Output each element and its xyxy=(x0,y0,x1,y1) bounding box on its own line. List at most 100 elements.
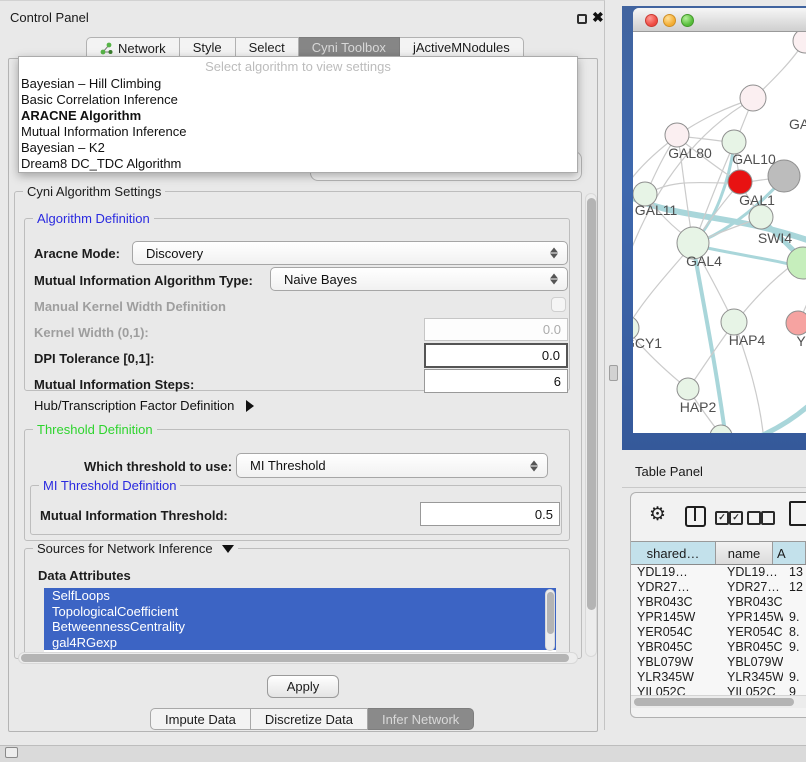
apply-button[interactable]: Apply xyxy=(267,675,339,698)
panel-divider-handle[interactable] xyxy=(609,365,618,381)
network-node[interactable] xyxy=(677,378,699,400)
settings-horizontal-scrollbar[interactable] xyxy=(18,652,578,664)
table-cell: YBR043C xyxy=(721,595,783,610)
status-strip xyxy=(0,745,806,762)
close-traffic-light-icon[interactable] xyxy=(645,14,658,27)
algorithm-option[interactable]: Mutual Information Inference xyxy=(19,124,577,140)
network-node[interactable] xyxy=(740,85,766,111)
tab-impute-data[interactable]: Impute Data xyxy=(150,708,251,730)
algorithm-option[interactable]: Bayesian – Hill Climbing xyxy=(19,76,577,92)
algorithm-option[interactable]: Basic Correlation Inference xyxy=(19,92,577,108)
table-row[interactable]: YDR27…YDR27…12 xyxy=(631,580,806,595)
expander-right-icon xyxy=(246,400,254,412)
table-row[interactable]: YIL052CYIL052C9 xyxy=(631,685,806,695)
tab-discretize-data[interactable]: Discretize Data xyxy=(251,708,368,730)
mi-steps-field[interactable]: 6 xyxy=(424,369,568,393)
table-row[interactable]: YLR345WYLR345W9. xyxy=(631,670,806,685)
network-window-titlebar[interactable] xyxy=(633,8,806,32)
column-header-name[interactable]: name xyxy=(716,542,773,564)
table-cell: 9. xyxy=(783,640,806,655)
table-row[interactable]: YBR045CYBR045C9. xyxy=(631,640,806,655)
document-icon[interactable] xyxy=(789,501,806,526)
table-cell: YBR043C xyxy=(631,595,721,610)
scrollbar-thumb[interactable] xyxy=(547,592,554,634)
table-row[interactable]: YDL19…YDL19…13 xyxy=(631,565,806,580)
checked-checkbox-icon[interactable]: ✓ xyxy=(715,511,729,525)
column-header-shared-name[interactable]: shared… xyxy=(631,542,716,564)
mi-threshold-label: Mutual Information Threshold: xyxy=(40,508,228,523)
sources-expander[interactable]: Sources for Network Inference xyxy=(33,541,238,556)
network-node[interactable] xyxy=(793,32,806,53)
dpi-tolerance-label: DPI Tolerance [0,1]: xyxy=(34,351,154,366)
split-columns-icon[interactable] xyxy=(685,506,706,527)
float-window-icon[interactable] xyxy=(577,14,587,24)
network-node[interactable] xyxy=(710,425,732,433)
table-cell: 9 xyxy=(783,685,806,695)
tab-infer-network[interactable]: Infer Network xyxy=(368,708,474,730)
zoom-traffic-light-icon[interactable] xyxy=(681,14,694,27)
network-node[interactable] xyxy=(786,311,806,335)
tab-label: Network xyxy=(118,41,166,56)
close-icon[interactable]: ✖ xyxy=(592,9,604,26)
table-cell: 9. xyxy=(783,670,806,685)
gear-icon[interactable]: ⚙ xyxy=(649,503,666,526)
attributes-vertical-scrollbar[interactable] xyxy=(545,589,555,651)
tab-cyni-toolbox[interactable]: Cyni Toolbox xyxy=(299,37,400,58)
table-cell: YBR045C xyxy=(721,640,783,655)
unchecked-checkbox-icon[interactable] xyxy=(747,511,761,525)
dpi-tolerance-field[interactable]: 0.0 xyxy=(424,343,568,368)
hub-definition-expander[interactable]: Hub/Transcription Factor Definition xyxy=(34,398,254,413)
which-threshold-combobox[interactable]: MI Threshold xyxy=(236,453,548,478)
network-node[interactable] xyxy=(728,170,752,194)
table-panel-separator xyxy=(622,487,806,488)
tab-network[interactable]: Network xyxy=(86,37,180,58)
algorithm-option[interactable]: Dream8 DC_TDC Algorithm xyxy=(19,156,577,172)
network-view-window[interactable]: GALGAL80GAL10GAL1GAL11SWI4GAL4GCY1HAP4YH… xyxy=(633,8,806,433)
table-row[interactable]: YER054CYER054C8. xyxy=(631,625,806,640)
table-row[interactable]: YBR043CYBR043C xyxy=(631,595,806,610)
mi-type-combobox[interactable]: Naive Bayes xyxy=(270,267,568,291)
attribute-list-item[interactable]: BetweennessCentrality xyxy=(44,619,556,635)
manual-kernel-checkbox[interactable] xyxy=(551,297,566,312)
minimize-traffic-light-icon[interactable] xyxy=(663,14,676,27)
checked-checkbox-icon[interactable]: ✓ xyxy=(729,511,743,525)
network-canvas[interactable]: GALGAL80GAL10GAL1GAL11SWI4GAL4GCY1HAP4YH… xyxy=(633,32,806,433)
table-cell: YIL052C xyxy=(721,685,783,695)
tab-label: Discretize Data xyxy=(265,712,353,727)
node-label: GAL1 xyxy=(739,192,775,208)
control-panel-tabbar: Network Style Select Cyni Toolbox jActiv… xyxy=(86,37,524,58)
algorithm-option[interactable]: ARACNE Algorithm xyxy=(19,108,577,124)
aracne-mode-label: Aracne Mode: xyxy=(34,246,120,261)
table-cell: YLR345W xyxy=(631,670,721,685)
tab-label: Impute Data xyxy=(165,712,236,727)
settings-vertical-scrollbar[interactable] xyxy=(585,193,597,657)
attribute-list-item[interactable]: TopologicalCoefficient xyxy=(44,604,556,620)
scrollbar-thumb[interactable] xyxy=(587,198,596,610)
group-title: Algorithm Definition xyxy=(33,211,154,226)
table-rows[interactable]: YDL19…YDL19…13YDR27…YDR27…12YBR043CYBR04… xyxy=(631,565,806,695)
network-node[interactable] xyxy=(665,123,689,147)
tab-select[interactable]: Select xyxy=(236,37,299,58)
kernel-width-field[interactable]: 0.0 xyxy=(424,318,568,341)
data-attributes-list[interactable]: SelfLoopsTopologicalCoefficientBetweenne… xyxy=(44,588,556,652)
mi-threshold-field[interactable]: 0.5 xyxy=(420,502,560,526)
aracne-mode-combobox[interactable]: Discovery xyxy=(132,241,568,265)
scrollbar-thumb[interactable] xyxy=(21,654,569,662)
scrollbar-thumb[interactable] xyxy=(634,698,794,706)
attribute-list-item[interactable]: gal4RGexp xyxy=(44,635,556,651)
stepper-arrows-icon xyxy=(530,460,538,471)
table-row[interactable]: YBL079WYBL079W xyxy=(631,655,806,670)
table-cell: 9. xyxy=(783,610,806,625)
unchecked-checkbox-icon[interactable] xyxy=(761,511,775,525)
network-node[interactable] xyxy=(749,205,773,229)
tab-jactivemnodules[interactable]: jActiveMNodules xyxy=(400,37,524,58)
column-header-partial[interactable]: A xyxy=(773,542,806,564)
network-node[interactable] xyxy=(787,247,806,279)
pane-grip-icon[interactable] xyxy=(5,747,18,758)
table-horizontal-scrollbar[interactable] xyxy=(631,695,806,708)
tab-style[interactable]: Style xyxy=(180,37,236,58)
node-label: GCY1 xyxy=(633,335,662,351)
table-row[interactable]: YPR145WYPR145W9. xyxy=(631,610,806,625)
algorithm-option[interactable]: Bayesian – K2 xyxy=(19,140,577,156)
attribute-list-item[interactable]: SelfLoops xyxy=(44,588,556,604)
